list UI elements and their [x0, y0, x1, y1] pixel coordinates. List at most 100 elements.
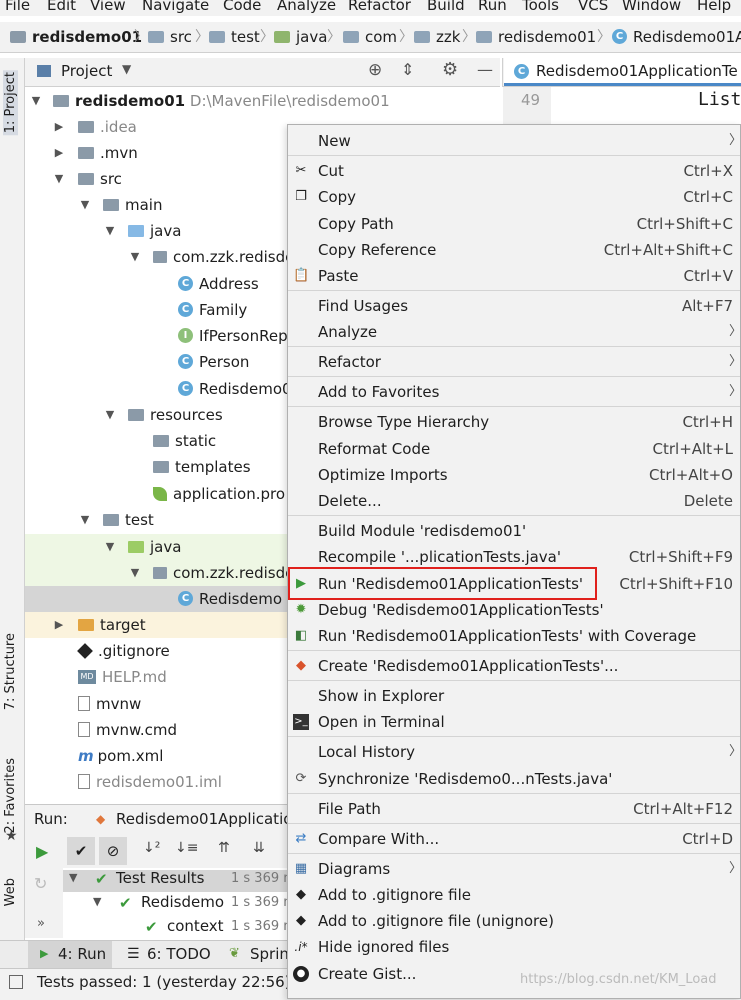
menu-item-analyze[interactable]: Analyze 〉: [288, 319, 740, 345]
menu-item-copy-path[interactable]: Copy Path Ctrl+Shift+C: [288, 211, 740, 237]
menu-navigate[interactable]: Navigate: [142, 0, 209, 14]
test-class-label[interactable]: Redisdemo: [141, 893, 224, 911]
breadcrumb-item[interactable]: redisdemo01: [476, 26, 596, 48]
chevron-down-icon[interactable]: ▼: [29, 88, 43, 114]
menu-edit[interactable]: Edit: [47, 0, 76, 14]
tree-item-application-properties[interactable]: application.pro: [153, 481, 285, 507]
breadcrumb-item[interactable]: com: [343, 26, 397, 48]
breadcrumb-item[interactable]: zzk: [414, 26, 460, 48]
menu-item-run-with-coverage[interactable]: ◧ Run 'Redisdemo01ApplicationTests' with …: [288, 623, 740, 649]
code-editor[interactable]: List: [552, 87, 741, 127]
minimize-icon[interactable]: —: [477, 60, 493, 79]
menu-view[interactable]: View: [90, 0, 126, 14]
menu-refactor[interactable]: Refactor: [348, 0, 411, 14]
run-tab[interactable]: Redisdemo01Applicatio: [116, 810, 292, 828]
menu-item-cut[interactable]: ✂ Cut Ctrl+X: [288, 158, 740, 184]
menu-item-file-path[interactable]: File Path Ctrl+Alt+F12: [288, 796, 740, 822]
chevron-right-icon[interactable]: ▶: [52, 114, 66, 140]
chevron-down-icon[interactable]: ▼: [103, 218, 117, 244]
menu-tools[interactable]: Tools: [522, 0, 559, 14]
tree-item-redisdemo-tests[interactable]: C Redisdemo: [178, 586, 282, 612]
toggle-tool-windows-icon[interactable]: [9, 975, 23, 989]
editor-tab[interactable]: C Redisdemo01ApplicationTe: [504, 58, 741, 86]
breadcrumb-item[interactable]: test: [209, 26, 260, 48]
menu-item-new[interactable]: New 〉: [288, 128, 740, 154]
tree-item-family[interactable]: C Family: [178, 297, 247, 323]
tree-item-java-main[interactable]: java: [128, 218, 181, 244]
menu-item-add-to-favorites[interactable]: Add to Favorites 〉: [288, 379, 740, 405]
tree-item-src[interactable]: src: [78, 166, 122, 192]
menu-item-debug-tests[interactable]: ✹ Debug 'Redisdemo01ApplicationTests': [288, 597, 740, 623]
tree-item-ifpersonrep[interactable]: I IfPersonRep: [178, 323, 288, 349]
tree-item-static[interactable]: static: [153, 428, 216, 454]
chevron-down-icon[interactable]: ▼: [78, 192, 92, 218]
chevron-right-icon[interactable]: ▶: [52, 612, 66, 638]
locate-icon[interactable]: ⊕: [368, 60, 382, 80]
menu-item-reformat-code[interactable]: Reformat Code Ctrl+Alt+L: [288, 436, 740, 462]
menu-item-local-history[interactable]: Local History 〉: [288, 739, 740, 765]
collapse-all-icon[interactable]: ⇊: [253, 840, 265, 856]
menu-item-copy-reference[interactable]: Copy Reference Ctrl+Alt+Shift+C: [288, 237, 740, 263]
menu-item-copy[interactable]: ❐ Copy Ctrl+C: [288, 184, 740, 210]
show-ignored-icon[interactable]: ⊘: [99, 837, 127, 865]
menu-help[interactable]: Help: [697, 0, 731, 14]
tree-item-address[interactable]: C Address: [178, 271, 259, 297]
menu-item-optimize-imports[interactable]: Optimize Imports Ctrl+Alt+O: [288, 462, 740, 488]
tree-item-idea[interactable]: .idea: [78, 114, 137, 140]
tree-item-gitignore[interactable]: .gitignore: [77, 638, 170, 664]
tree-item-test[interactable]: test: [103, 507, 154, 533]
tree-item-package-test[interactable]: com.zzk.redisde: [153, 560, 294, 586]
tree-item-mvnw[interactable]: mvnw: [78, 691, 141, 717]
tool-tab-project[interactable]: 1: Project: [3, 70, 18, 136]
chevron-down-icon[interactable]: ▼: [93, 895, 101, 908]
tool-tab-favorites[interactable]: 2: Favorites: [3, 758, 18, 834]
menu-item-delete[interactable]: Delete... Delete: [288, 488, 740, 514]
menu-item-refactor[interactable]: Refactor 〉: [288, 349, 740, 375]
rerun-icon[interactable]: ▶: [36, 842, 48, 861]
tree-item-templates[interactable]: templates: [153, 454, 251, 480]
menu-item-add-to-gitignore-unignore[interactable]: ◆ Add to .gitignore file (unignore): [288, 908, 740, 934]
tree-item-pom-xml[interactable]: m pom.xml: [78, 743, 163, 769]
chevron-down-icon[interactable]: ▼: [128, 560, 142, 586]
menu-code[interactable]: Code: [223, 0, 261, 14]
tool-tab-todo[interactable]: 6: TODO: [147, 945, 211, 963]
menu-item-create-config[interactable]: ◆ Create 'Redisdemo01ApplicationTests'...: [288, 653, 740, 679]
menu-item-show-in-explorer[interactable]: Show in Explorer: [288, 683, 740, 709]
tree-item-person[interactable]: C Person: [178, 349, 249, 375]
tree-item-mvnw-cmd[interactable]: mvnw.cmd: [78, 717, 177, 743]
breadcrumb-item[interactable]: src: [148, 26, 192, 48]
menu-item-browse-type-hierarchy[interactable]: Browse Type Hierarchy Ctrl+H: [288, 409, 740, 435]
tree-item-main[interactable]: main: [103, 192, 162, 218]
chevron-down-icon[interactable]: ▼: [52, 166, 66, 192]
project-panel-title[interactable]: Project: [61, 62, 112, 80]
breadcrumb-item[interactable]: redisdemo01: [10, 26, 142, 48]
menu-item-find-usages[interactable]: Find Usages Alt+F7: [288, 293, 740, 319]
menu-window[interactable]: Window: [622, 0, 681, 14]
tree-item-target[interactable]: target: [78, 612, 146, 638]
chevron-down-icon[interactable]: ▼: [128, 244, 142, 270]
chevron-down-icon[interactable]: ▼: [122, 62, 131, 76]
rerun-failed-icon[interactable]: ↻: [34, 874, 47, 893]
menu-item-diagrams[interactable]: ▦ Diagrams 〉: [288, 856, 740, 882]
tree-item-resources[interactable]: resources: [128, 402, 223, 428]
menu-item-synchronize[interactable]: ⟳ Synchronize 'Redisdemo0...nTests.java': [288, 766, 740, 792]
chevron-down-icon[interactable]: ▼: [78, 507, 92, 533]
test-method-label[interactable]: context: [167, 917, 224, 935]
menu-build[interactable]: Build: [427, 0, 465, 14]
tree-item-java-test[interactable]: java: [128, 534, 181, 560]
tool-tab-structure[interactable]: 7: Structure: [3, 633, 18, 710]
tool-tab-web[interactable]: Web: [3, 878, 18, 906]
tool-tab-run[interactable]: 4: Run: [58, 945, 106, 963]
menu-item-hide-ignored[interactable]: .i* Hide ignored files: [288, 934, 740, 960]
sort-duration-icon[interactable]: ↓≡: [175, 840, 198, 856]
chevron-down-icon[interactable]: ▼: [103, 534, 117, 560]
tool-tab-spring[interactable]: Sprin: [250, 945, 289, 963]
tree-item-mvn[interactable]: .mvn: [78, 140, 138, 166]
menu-run[interactable]: Run: [478, 0, 507, 14]
tree-item-help-md[interactable]: MD HELP.md: [78, 664, 167, 690]
more-icon[interactable]: »: [37, 916, 45, 931]
tree-item-redisdemo-app[interactable]: C Redisdemo0: [178, 376, 292, 402]
menu-file[interactable]: File: [5, 0, 30, 14]
gear-icon[interactable]: ⚙: [442, 59, 458, 80]
collapse-icon[interactable]: ⇕: [401, 60, 414, 79]
